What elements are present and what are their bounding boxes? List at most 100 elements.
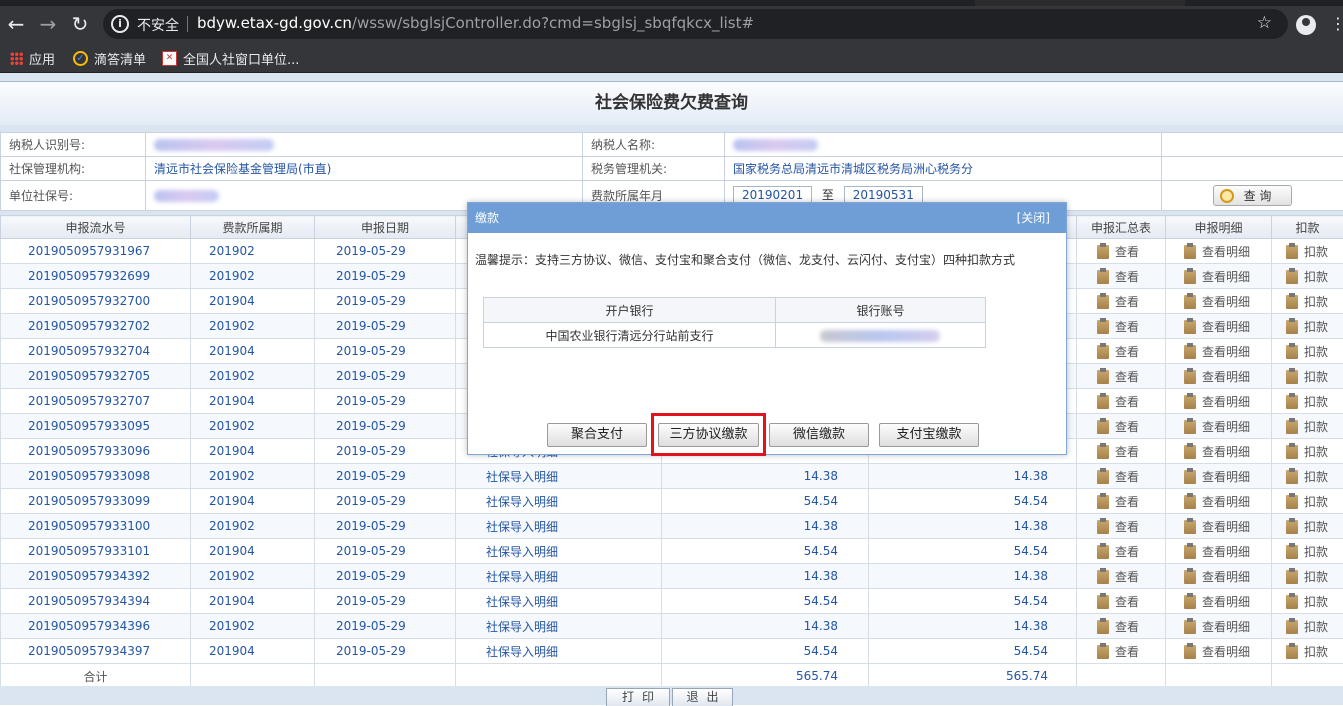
exit-button[interactable]: 退出 [672, 688, 733, 706]
serial-link[interactable]: 2019050957933095 [1, 414, 191, 439]
view-detail-link[interactable]: 查看明细 [1166, 539, 1272, 564]
view-detail-link[interactable]: 查看明细 [1166, 239, 1272, 264]
type-link[interactable]: 社保导入明细 [456, 589, 662, 614]
deduct-link[interactable]: 扣款 [1272, 514, 1343, 539]
clipboard-icon [1184, 295, 1196, 309]
bookmark-star-icon[interactable]: ☆ [1257, 13, 1272, 33]
back-arrow-icon[interactable]: ← [2, 10, 30, 38]
view-summary-link[interactable]: 查看 [1077, 639, 1166, 664]
deduct-link[interactable]: 扣款 [1272, 364, 1343, 389]
serial-link[interactable]: 2019050957932702 [1, 314, 191, 339]
view-summary-link[interactable]: 查看 [1077, 389, 1166, 414]
address-bar[interactable]: i 不安全 bdyw.etax-gd.gov.cn/wssw/sbglsjCon… [103, 9, 1288, 39]
deduct-link[interactable]: 扣款 [1272, 239, 1343, 264]
view-summary-link[interactable]: 查看 [1077, 239, 1166, 264]
print-button[interactable]: 打印 [606, 688, 670, 706]
view-detail-link[interactable]: 查看明细 [1166, 514, 1272, 539]
table-row: 20190509579330982019022019-05-29社保导入明细14… [1, 464, 1343, 489]
view-summary-link[interactable]: 查看 [1077, 339, 1166, 364]
serial-link[interactable]: 2019050957932700 [1, 289, 191, 314]
serial-link[interactable]: 2019050957933098 [1, 464, 191, 489]
type-link[interactable]: 社保导入明细 [456, 639, 662, 664]
deduct-link[interactable]: 扣款 [1272, 264, 1343, 289]
bookmark-social-security[interactable]: ✕全国人社窗口单位... [162, 49, 299, 68]
view-detail-link[interactable]: 查看明细 [1166, 614, 1272, 639]
view-detail-link[interactable]: 查看明细 [1166, 564, 1272, 589]
wechat-pay-button[interactable]: 微信缴款 [769, 423, 869, 447]
deduct-link[interactable]: 扣款 [1272, 564, 1343, 589]
deduct-link[interactable]: 扣款 [1272, 539, 1343, 564]
bookmark-apps[interactable]: 应用 [10, 49, 55, 68]
view-summary-link[interactable]: 查看 [1077, 489, 1166, 514]
profile-avatar-icon[interactable] [1296, 15, 1316, 35]
view-detail-link[interactable]: 查看明细 [1166, 639, 1272, 664]
view-summary-link[interactable]: 查看 [1077, 264, 1166, 289]
serial-link[interactable]: 2019050957934396 [1, 614, 191, 639]
view-summary-link[interactable]: 查看 [1077, 464, 1166, 489]
serial-link[interactable]: 2019050957932704 [1, 339, 191, 364]
type-link[interactable]: 社保导入明细 [456, 614, 662, 639]
view-summary-link[interactable]: 查看 [1077, 314, 1166, 339]
view-summary-link[interactable]: 查看 [1077, 539, 1166, 564]
view-detail-link[interactable]: 查看明细 [1166, 289, 1272, 314]
view-summary-link[interactable]: 查看 [1077, 589, 1166, 614]
type-link[interactable]: 社保导入明细 [456, 464, 662, 489]
deduct-link[interactable]: 扣款 [1272, 289, 1343, 314]
dialog-close-link[interactable]: [关闭] [1017, 203, 1050, 233]
view-summary-link[interactable]: 查看 [1077, 514, 1166, 539]
aggregate-pay-button[interactable]: 聚合支付 [547, 423, 647, 447]
serial-link[interactable]: 2019050957933101 [1, 539, 191, 564]
view-summary-link[interactable]: 查看 [1077, 439, 1166, 464]
clipboard-icon [1184, 445, 1196, 459]
view-summary-link[interactable]: 查看 [1077, 564, 1166, 589]
type-link[interactable]: 社保导入明细 [456, 489, 662, 514]
kebab-menu-icon[interactable]: ⋮ [1330, 14, 1343, 33]
serial-link[interactable]: 2019050957933100 [1, 514, 191, 539]
deduct-link[interactable]: 扣款 [1272, 439, 1343, 464]
deduct-link[interactable]: 扣款 [1272, 639, 1343, 664]
deduct-link[interactable]: 扣款 [1272, 614, 1343, 639]
view-detail-link[interactable]: 查看明细 [1166, 439, 1272, 464]
deduct-link[interactable]: 扣款 [1272, 339, 1343, 364]
view-label: 查看 [1115, 420, 1139, 434]
info-icon[interactable]: i [111, 15, 129, 33]
view-summary-link[interactable]: 查看 [1077, 289, 1166, 314]
view-summary-link[interactable]: 查看 [1077, 414, 1166, 439]
serial-link[interactable]: 2019050957932707 [1, 389, 191, 414]
view-detail-link[interactable]: 查看明细 [1166, 339, 1272, 364]
serial-link[interactable]: 2019050957933096 [1, 439, 191, 464]
deduct-link[interactable]: 扣款 [1272, 489, 1343, 514]
view-detail-link[interactable]: 查看明细 [1166, 589, 1272, 614]
serial-link[interactable]: 2019050957934397 [1, 639, 191, 664]
serial-link[interactable]: 2019050957934394 [1, 589, 191, 614]
serial-link[interactable]: 2019050957934392 [1, 564, 191, 589]
deduct-link[interactable]: 扣款 [1272, 589, 1343, 614]
deduct-link[interactable]: 扣款 [1272, 389, 1343, 414]
clipboard-icon [1097, 470, 1109, 484]
type-link[interactable]: 社保导入明细 [456, 564, 662, 589]
view-summary-link[interactable]: 查看 [1077, 364, 1166, 389]
serial-link[interactable]: 2019050957933099 [1, 489, 191, 514]
deduct-link[interactable]: 扣款 [1272, 414, 1343, 439]
type-link[interactable]: 社保导入明细 [456, 539, 662, 564]
bookmark-ticktick[interactable]: ✓滴答清单 [73, 49, 146, 68]
reload-icon[interactable]: ↻ [66, 10, 94, 38]
query-button[interactable]: 查 询 [1213, 185, 1293, 206]
view-detail-link[interactable]: 查看明细 [1166, 414, 1272, 439]
alipay-pay-button[interactable]: 支付宝缴款 [879, 423, 979, 447]
url-text[interactable]: bdyw.etax-gd.gov.cn/wssw/sbglsjControlle… [197, 14, 754, 32]
view-summary-link[interactable]: 查看 [1077, 614, 1166, 639]
type-link[interactable]: 社保导入明细 [456, 514, 662, 539]
deduct-link[interactable]: 扣款 [1272, 314, 1343, 339]
view-detail-link[interactable]: 查看明细 [1166, 364, 1272, 389]
view-detail-link[interactable]: 查看明细 [1166, 489, 1272, 514]
view-detail-link[interactable]: 查看明细 [1166, 264, 1272, 289]
view-detail-link[interactable]: 查看明细 [1166, 314, 1272, 339]
view-detail-link[interactable]: 查看明细 [1166, 464, 1272, 489]
view-detail-link[interactable]: 查看明细 [1166, 389, 1272, 414]
serial-link[interactable]: 2019050957931967 [1, 239, 191, 264]
deduct-link[interactable]: 扣款 [1272, 464, 1343, 489]
serial-link[interactable]: 2019050957932705 [1, 364, 191, 389]
serial-link[interactable]: 2019050957932699 [1, 264, 191, 289]
forward-arrow-icon[interactable]: → [34, 10, 62, 38]
